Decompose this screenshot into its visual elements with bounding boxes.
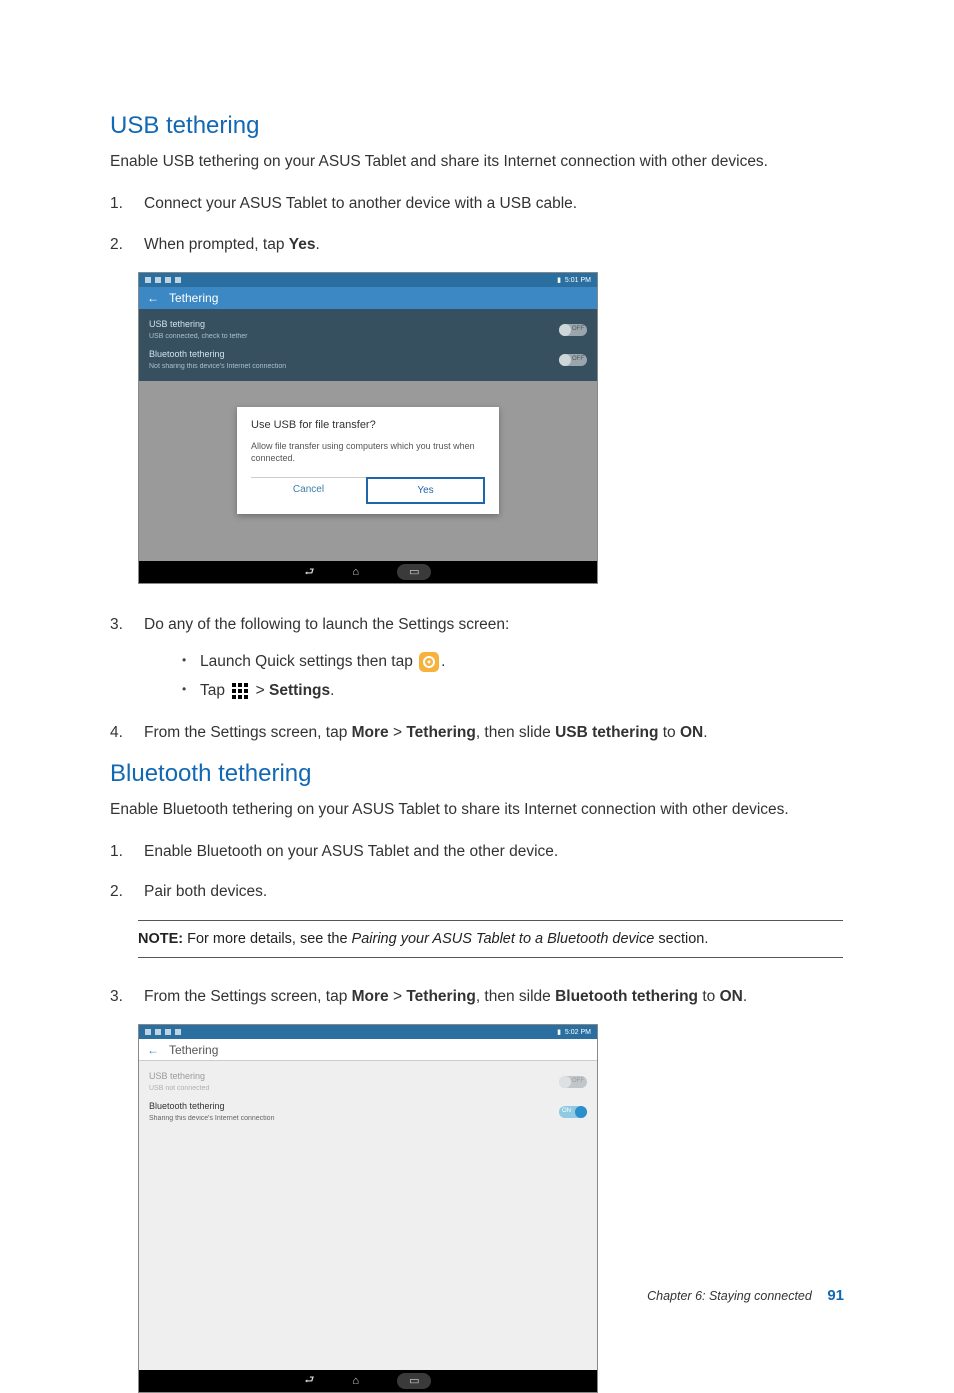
row-desc: USB not connected [149, 1085, 209, 1092]
home-icon[interactable]: ⌂ [352, 566, 359, 578]
bluetooth-tethering-toggle[interactable]: OFF [559, 354, 587, 366]
usb-tethering-row: USB tethering USB not connected OFF [149, 1067, 587, 1097]
step-text: When prompted, tap Yes. [144, 232, 844, 258]
chapter-label: Chapter 6: Staying connected [647, 1289, 812, 1303]
usb-tethering-heading: USB tethering [110, 112, 844, 140]
step-number: 2. [110, 232, 144, 258]
usb-tethering-toggle: OFF [559, 1076, 587, 1088]
apps-grid-icon [231, 682, 249, 700]
back-icon[interactable]: ⮐ [305, 563, 315, 582]
empty-area [139, 1134, 597, 1370]
bt-intro: Enable Bluetooth tethering on your ASUS … [110, 798, 844, 821]
yes-button[interactable]: Yes [366, 477, 485, 504]
row-desc: Not sharing this device's Internet conne… [149, 363, 286, 370]
usb-tethering-row[interactable]: USB tethering USB connected, check to te… [149, 315, 587, 345]
cancel-button[interactable]: Cancel [251, 477, 366, 504]
status-bar: ▮5:01 PM [139, 273, 597, 287]
step-number: 3. [110, 984, 144, 1010]
step-text: Enable Bluetooth on your ASUS Tablet and… [144, 839, 844, 865]
dialog-desc: Allow file transfer using computers whic… [251, 441, 485, 464]
step-number: 3. [110, 612, 144, 705]
step-text: Connect your ASUS Tablet to another devi… [144, 191, 844, 217]
screenshot-usb-dialog: ▮5:01 PM ← Tethering USB tethering USB c… [138, 272, 598, 584]
bluetooth-tethering-toggle[interactable]: ON [559, 1106, 587, 1118]
note-box: NOTE: For more details, see the Pairing … [138, 920, 843, 958]
status-time: ▮5:01 PM [557, 276, 591, 284]
step-number: 4. [110, 720, 144, 746]
status-icons-left [145, 1029, 181, 1035]
substep: Tap > Settings. [178, 676, 844, 705]
home-icon[interactable]: ⌂ [352, 1375, 359, 1387]
status-time: ▮5:02 PM [557, 1028, 591, 1036]
usb-intro: Enable USB tethering on your ASUS Tablet… [110, 150, 844, 173]
step-number: 2. [110, 879, 144, 905]
usb-file-transfer-dialog: Use USB for file transfer? Allow file tr… [237, 407, 499, 513]
t: . [315, 236, 319, 253]
usb-tethering-toggle[interactable]: OFF [559, 324, 587, 336]
page-number: 91 [827, 1287, 844, 1304]
note-label: NOTE: [138, 931, 183, 947]
step-text: From the Settings screen, tap More > Tet… [144, 984, 844, 1010]
bluetooth-tethering-heading: Bluetooth tethering [110, 760, 844, 788]
step-text: Do any of the following to launch the Se… [144, 616, 509, 633]
screen-header[interactable]: ← Tethering [139, 287, 597, 309]
status-icons-left [145, 277, 181, 283]
bluetooth-tethering-row[interactable]: Bluetooth tethering Sharing this device'… [149, 1097, 587, 1127]
t-bold: Yes [289, 236, 316, 253]
settings-panel: USB tethering USB connected, check to te… [139, 309, 597, 381]
screenshot-bt-tethering: ▮5:02 PM ← Tethering USB tethering USB n… [138, 1024, 598, 1392]
status-bar: ▮5:02 PM [139, 1025, 597, 1039]
row-title: USB tethering [149, 319, 247, 330]
substep: Launch Quick settings then tap . [178, 647, 844, 676]
nav-bar: ⮐ ⌂ ▭ [139, 561, 597, 583]
dialog-backdrop: Use USB for file transfer? Allow file tr… [139, 381, 597, 561]
recent-icon[interactable]: ▭ [397, 564, 431, 580]
row-desc: USB connected, check to tether [149, 333, 247, 340]
page-footer: Chapter 6: Staying connected 91 [647, 1287, 844, 1304]
row-title: USB tethering [149, 1071, 209, 1082]
gear-icon [419, 652, 439, 672]
row-desc: Sharing this device's Internet connectio… [149, 1115, 274, 1122]
back-arrow-icon[interactable]: ← [147, 1043, 159, 1057]
step-number: 1. [110, 839, 144, 865]
row-title: Bluetooth tethering [149, 349, 286, 360]
screen-header[interactable]: ← Tethering [139, 1039, 597, 1061]
note-ref: Pairing your ASUS Tablet to a Bluetooth … [352, 931, 655, 947]
step-text: Pair both devices. [144, 879, 844, 905]
screen-title: Tethering [169, 1043, 218, 1057]
recent-icon[interactable]: ▭ [397, 1373, 431, 1389]
row-title: Bluetooth tethering [149, 1101, 274, 1112]
t: When prompted, tap [144, 236, 289, 253]
back-icon[interactable]: ⮐ [305, 1371, 315, 1390]
screen-title: Tethering [169, 291, 218, 305]
bluetooth-tethering-row[interactable]: Bluetooth tethering Not sharing this dev… [149, 345, 587, 375]
settings-panel: USB tethering USB not connected OFF Blue… [139, 1061, 597, 1133]
step-number: 1. [110, 191, 144, 217]
dialog-title: Use USB for file transfer? [251, 419, 485, 431]
nav-bar: ⮐ ⌂ ▭ [139, 1370, 597, 1392]
step-text: From the Settings screen, tap More > Tet… [144, 720, 844, 746]
back-arrow-icon[interactable]: ← [147, 291, 159, 305]
